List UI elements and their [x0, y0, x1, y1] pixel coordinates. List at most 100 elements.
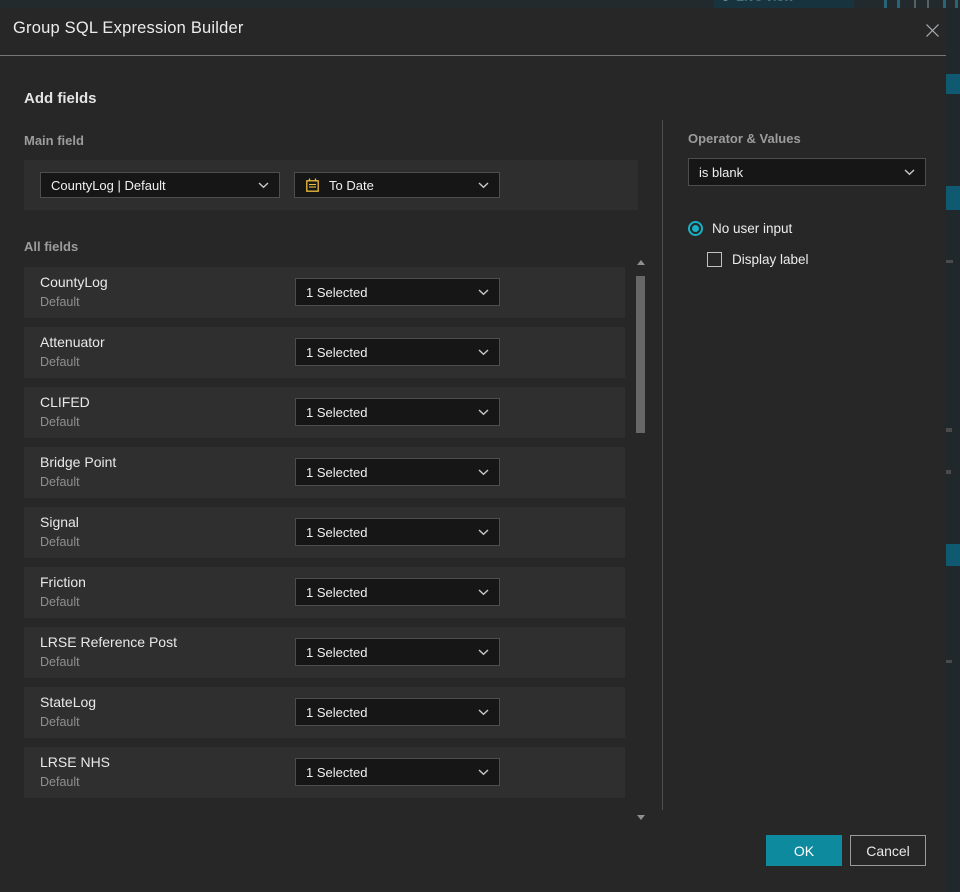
main-field-select[interactable]: CountyLog | Default — [40, 172, 280, 198]
toolbar-fragment — [914, 0, 916, 8]
field-sublabel: Default — [40, 715, 80, 729]
chevron-down-icon — [478, 468, 489, 476]
field-selection-select[interactable]: 1 Selected — [295, 398, 500, 426]
field-selection-select[interactable]: 1 Selected — [295, 758, 500, 786]
background-fragment — [946, 428, 952, 432]
field-name: Attenuator — [40, 334, 105, 350]
all-fields-list: CountyLog Default 1 Selected Attenuator … — [24, 267, 625, 807]
field-selection-select[interactable]: 1 Selected — [295, 278, 500, 306]
field-row: CLIFED Default 1 Selected — [24, 387, 625, 438]
toolbar-fragment — [927, 0, 929, 8]
field-selection-value: 1 Selected — [306, 344, 368, 360]
field-row: Friction Default 1 Selected — [24, 567, 625, 618]
field-sublabel: Default — [40, 775, 80, 789]
field-name: CountyLog — [40, 274, 108, 290]
background-fragment — [946, 74, 960, 94]
field-sublabel: Default — [40, 535, 80, 549]
screen: Live view Group SQL Expression Builder A… — [0, 0, 960, 892]
background-fragment — [946, 186, 960, 210]
field-name: Signal — [40, 514, 79, 530]
scroll-up-icon[interactable] — [637, 260, 645, 265]
field-sublabel: Default — [40, 415, 80, 429]
field-sublabel: Default — [40, 655, 80, 669]
display-label-checkbox[interactable]: Display label — [707, 252, 809, 267]
field-name: CLIFED — [40, 394, 90, 410]
calendar-icon — [305, 178, 320, 193]
background-app-right-strip — [946, 8, 960, 892]
field-selection-value: 1 Selected — [306, 524, 368, 540]
chevron-down-icon — [478, 648, 489, 656]
chevron-down-icon — [478, 528, 489, 536]
chevron-down-icon — [904, 168, 915, 176]
field-row: CountyLog Default 1 Selected — [24, 267, 625, 318]
field-sublabel: Default — [40, 295, 80, 309]
radio-selected-icon — [688, 221, 703, 236]
field-row: StateLog Default 1 Selected — [24, 687, 625, 738]
background-fragment — [946, 544, 960, 566]
field-name: Bridge Point — [40, 454, 117, 470]
radio-label: No user input — [712, 221, 793, 236]
field-selection-value: 1 Selected — [306, 704, 368, 720]
live-view-label: Live view — [736, 0, 794, 4]
chevron-down-icon — [478, 588, 489, 596]
live-view-dot-icon — [722, 0, 729, 1]
chevron-down-icon — [478, 181, 489, 189]
ok-button[interactable]: OK — [766, 835, 842, 866]
scroll-down-icon[interactable] — [637, 815, 645, 820]
field-row: Signal Default 1 Selected — [24, 507, 625, 558]
field-selection-value: 1 Selected — [306, 464, 368, 480]
field-name: StateLog — [40, 694, 97, 710]
background-fragment — [946, 260, 953, 263]
background-fragment — [946, 470, 951, 474]
field-sublabel: Default — [40, 595, 80, 609]
header-divider — [0, 55, 946, 56]
field-selection-value: 1 Selected — [306, 404, 368, 420]
checkbox-label: Display label — [732, 252, 809, 267]
chevron-down-icon — [478, 708, 489, 716]
field-selection-value: 1 Selected — [306, 644, 368, 660]
background-app-top-strip: Live view — [0, 0, 960, 8]
field-row: LRSE NHS Default 1 Selected — [24, 747, 625, 798]
operator-select-value: is blank — [699, 164, 744, 180]
dialog-title: Group SQL Expression Builder — [13, 19, 244, 37]
group-sql-expression-builder-dialog: Group SQL Expression Builder Add fields … — [0, 8, 946, 892]
main-field-label: Main field — [24, 133, 84, 148]
field-selection-value: 1 Selected — [306, 584, 368, 600]
field-selection-select[interactable]: 1 Selected — [295, 638, 500, 666]
field-selection-value: 1 Selected — [306, 284, 368, 300]
field-selection-select[interactable]: 1 Selected — [295, 578, 500, 606]
field-sublabel: Default — [40, 355, 80, 369]
chevron-down-icon — [478, 348, 489, 356]
checkbox-unchecked-icon — [707, 252, 722, 267]
fields-list-scrollbar[interactable] — [635, 258, 647, 822]
chevron-down-icon — [478, 288, 489, 296]
add-fields-heading: Add fields — [24, 90, 97, 107]
close-icon[interactable] — [922, 20, 942, 40]
chevron-down-icon — [478, 408, 489, 416]
field-selection-select[interactable]: 1 Selected — [295, 338, 500, 366]
operator-select[interactable]: is blank — [688, 158, 926, 186]
field-name: Friction — [40, 574, 86, 590]
background-fragment — [946, 660, 952, 663]
field-name: LRSE NHS — [40, 754, 111, 770]
field-row: Attenuator Default 1 Selected — [24, 327, 625, 378]
field-selection-select[interactable]: 1 Selected — [295, 458, 500, 486]
field-sublabel: Default — [40, 475, 80, 489]
field-row: LRSE Reference Post Default 1 Selected — [24, 627, 625, 678]
main-field-date-select[interactable]: To Date — [294, 172, 500, 198]
main-field-select-value: CountyLog | Default — [51, 177, 166, 193]
scrollbar-thumb[interactable] — [636, 276, 645, 433]
toolbar-fragment — [943, 0, 946, 8]
field-selection-value: 1 Selected — [306, 764, 368, 780]
field-selection-select[interactable]: 1 Selected — [295, 698, 500, 726]
toolbar-fragment — [955, 0, 958, 8]
main-field-date-value: To Date — [329, 177, 374, 193]
operator-values-heading: Operator & Values — [688, 131, 801, 146]
toolbar-fragment — [884, 0, 887, 8]
field-selection-select[interactable]: 1 Selected — [295, 518, 500, 546]
chevron-down-icon — [478, 768, 489, 776]
no-user-input-radio[interactable]: No user input — [688, 221, 792, 236]
panel-divider — [662, 120, 663, 810]
chevron-down-icon — [258, 181, 269, 189]
cancel-button[interactable]: Cancel — [850, 835, 926, 866]
